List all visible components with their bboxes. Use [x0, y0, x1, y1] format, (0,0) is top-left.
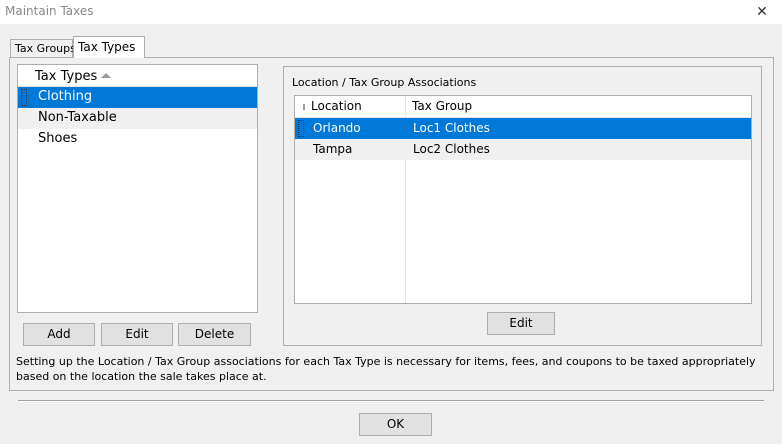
- ok-button[interactable]: OK: [359, 413, 432, 436]
- close-icon: ✕: [756, 4, 768, 20]
- add-button[interactable]: Add: [23, 323, 95, 346]
- associations-group: Location / Tax Group Associations Locati…: [283, 66, 762, 346]
- cell-location: Orlando: [313, 121, 361, 135]
- title-bar: Maintain Taxes ✕: [0, 0, 782, 24]
- column-header-location[interactable]: Location: [311, 96, 362, 118]
- table-row-orlando[interactable]: Orlando Loc1 Clothes: [295, 118, 751, 139]
- delete-button[interactable]: Delete: [178, 323, 251, 346]
- edit-tax-type-button[interactable]: Edit: [101, 323, 173, 346]
- list-item-clothing[interactable]: Clothing: [18, 87, 257, 108]
- close-button[interactable]: ✕: [752, 2, 772, 22]
- focus-indicator: [298, 120, 304, 137]
- tab-tax-groups[interactable]: Tax Groups: [10, 39, 76, 58]
- list-item-shoes[interactable]: Shoes: [18, 129, 257, 150]
- grid-header: Location Tax Group: [295, 96, 751, 118]
- sort-ascending-icon: [101, 73, 111, 78]
- focus-indicator: [21, 89, 27, 106]
- window-title: Maintain Taxes: [5, 4, 94, 18]
- tax-types-column-header[interactable]: Tax Types: [18, 65, 257, 87]
- footer-divider: [18, 400, 764, 402]
- table-row-tampa[interactable]: Tampa Loc2 Clothes: [295, 139, 751, 160]
- cell-tax-group: Loc1 Clothes: [413, 121, 490, 135]
- associations-group-label: Location / Tax Group Associations: [292, 76, 477, 89]
- cell-location: Tampa: [313, 142, 353, 156]
- edit-association-button[interactable]: Edit: [487, 312, 555, 335]
- associations-grid[interactable]: Location Tax Group Orlando Loc1 Clothes …: [294, 95, 752, 304]
- list-item-label: Non-Taxable: [38, 110, 117, 125]
- list-item-non-taxable[interactable]: Non-Taxable: [18, 108, 257, 129]
- list-item-label: Clothing: [38, 89, 93, 104]
- tab-tax-types[interactable]: Tax Types: [73, 36, 145, 58]
- column-header-tax-group[interactable]: Tax Group: [412, 96, 472, 118]
- tab-panel-tax-types: Tax Types Clothing Non-Taxable Shoes Add…: [9, 57, 774, 391]
- help-text: Setting up the Location / Tax Group asso…: [16, 355, 756, 383]
- list-item-label: Shoes: [38, 131, 78, 146]
- tax-types-listbox[interactable]: Tax Types Clothing Non-Taxable Shoes: [17, 64, 258, 313]
- tax-types-header-label: Tax Types: [35, 69, 98, 84]
- cell-tax-group: Loc2 Clothes: [413, 142, 490, 156]
- row-header-icon: [303, 104, 305, 110]
